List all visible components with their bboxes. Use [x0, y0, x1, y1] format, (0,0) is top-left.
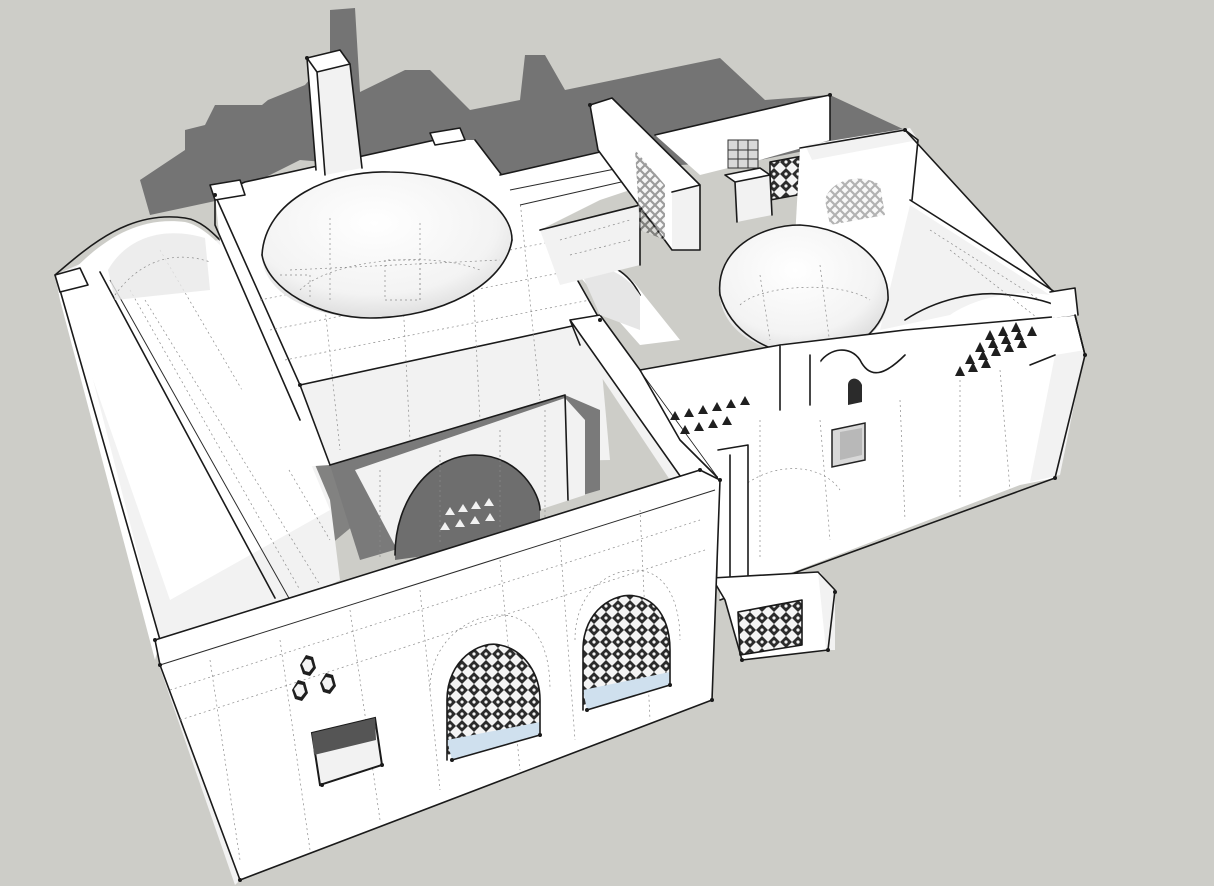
- 3d-model-viewport[interactable]: [0, 0, 1214, 886]
- downpipe: [717, 444, 749, 585]
- balcony: [711, 571, 836, 661]
- building-model-render: [54, 8, 1087, 885]
